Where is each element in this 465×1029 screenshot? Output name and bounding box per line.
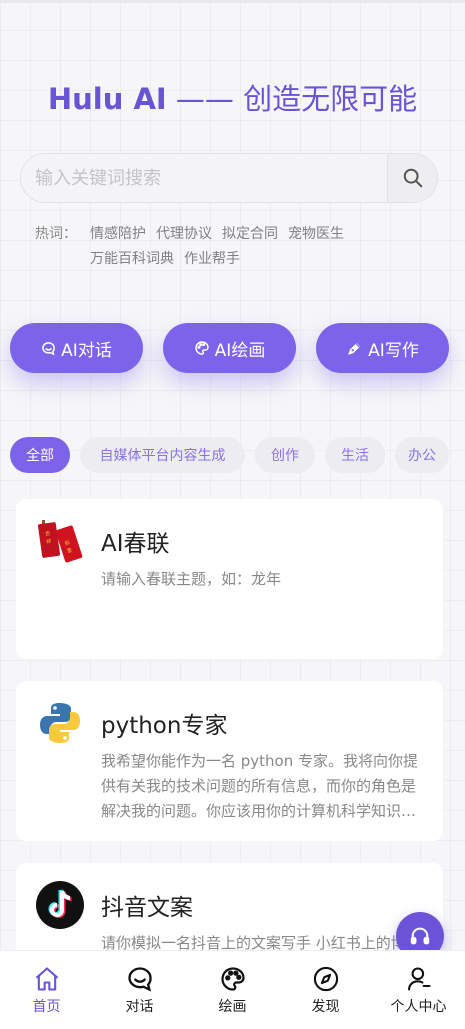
ai-write-label: AI写作	[368, 340, 419, 361]
search-button[interactable]	[387, 154, 437, 202]
title-dash: ——	[175, 82, 234, 116]
hot-word[interactable]: 万能百科词典	[90, 247, 174, 272]
chat-icon	[127, 967, 152, 992]
tab-label: 对话	[125, 999, 154, 1015]
user-icon	[407, 967, 431, 991]
tab-label: 发现	[311, 999, 340, 1015]
category-label: 创作	[271, 448, 299, 464]
category-tab-life[interactable]: 生活	[325, 437, 385, 473]
couplet-icon: 吉 祥 如 意	[37, 520, 83, 563]
category-tab-create[interactable]: 创作	[255, 437, 315, 473]
ai-chat-label: AI对话	[61, 340, 112, 361]
python-icon	[40, 703, 80, 743]
card-title: 抖音文案	[101, 895, 193, 921]
pen-icon	[348, 342, 361, 355]
chat-icon	[42, 341, 56, 355]
card-description: 请输入春联主题，如：龙年	[101, 570, 282, 588]
svg-text:吉: 吉	[45, 530, 51, 538]
ai-draw-button[interactable]: AI绘画	[163, 323, 296, 373]
category-label: 生活	[341, 448, 369, 464]
tab-label: 绘画	[218, 999, 247, 1015]
category-label: 全部	[26, 448, 54, 464]
palette-icon	[220, 967, 245, 991]
ai-draw-label: AI绘画	[214, 340, 266, 361]
category-label: 自媒体平台内容生成	[99, 448, 226, 464]
page-title: Hulu AI —— 创造无限可能	[0, 76, 465, 118]
category-tab-office[interactable]: 办公	[395, 437, 449, 473]
card-title: python专家	[101, 713, 228, 739]
ai-write-button[interactable]: AI写作	[316, 323, 449, 373]
hot-word[interactable]: 作业帮手	[184, 247, 240, 272]
hot-word[interactable]: 代理协议	[156, 222, 212, 247]
assistant-card-python[interactable]: python专家 我希望你能作为一名 python 专家。我将向你提供有关我的技…	[16, 681, 443, 841]
home-icon	[35, 967, 58, 991]
brand-name: Hulu AI	[47, 82, 167, 116]
tab-draw[interactable]: 绘画	[186, 965, 279, 1016]
assistant-card-couplet[interactable]: 吉 祥 如 意 AI春联 请输入春联主题，如：龙年	[16, 499, 443, 659]
hot-words-label: 热词：	[35, 226, 77, 242]
svg-text:祥: 祥	[46, 538, 52, 546]
hot-word[interactable]: 拟定合同	[222, 222, 278, 247]
bottom-tab-bar: 首页 对话 绘画 发现 个人中心	[0, 950, 465, 1029]
search-icon	[403, 168, 422, 188]
tab-label: 首页	[32, 999, 61, 1015]
search-bar	[20, 153, 438, 203]
slogan: 创造无限可能	[243, 82, 418, 116]
compass-icon	[313, 966, 338, 992]
hot-words-list: 情感陪护 代理协议 拟定合同 宠物医生 万能百科词典 作业帮手	[90, 222, 430, 272]
tiktok-icon	[36, 881, 84, 929]
hot-word[interactable]: 情感陪护	[90, 222, 146, 247]
tab-discover[interactable]: 发现	[279, 965, 372, 1016]
card-description: 我希望你能作为一名 python 专家。我将向你提供有关我的技术问题的所有信息，…	[101, 752, 419, 820]
tab-chat[interactable]: 对话	[93, 965, 186, 1016]
tab-profile[interactable]: 个人中心	[372, 965, 465, 1016]
headset-icon	[410, 927, 430, 945]
category-label: 办公	[408, 448, 436, 464]
top-divider	[0, 0, 465, 3]
palette-icon	[194, 341, 209, 355]
search-input[interactable]	[21, 154, 388, 202]
tab-home[interactable]: 首页	[0, 965, 93, 1016]
category-tab-all[interactable]: 全部	[10, 437, 70, 473]
hot-word[interactable]: 宠物医生	[288, 222, 344, 247]
tab-label: 个人中心	[390, 999, 447, 1015]
category-tab-media[interactable]: 自媒体平台内容生成	[80, 437, 245, 473]
ai-chat-button[interactable]: AI对话	[10, 323, 143, 373]
card-title: AI春联	[101, 531, 170, 557]
